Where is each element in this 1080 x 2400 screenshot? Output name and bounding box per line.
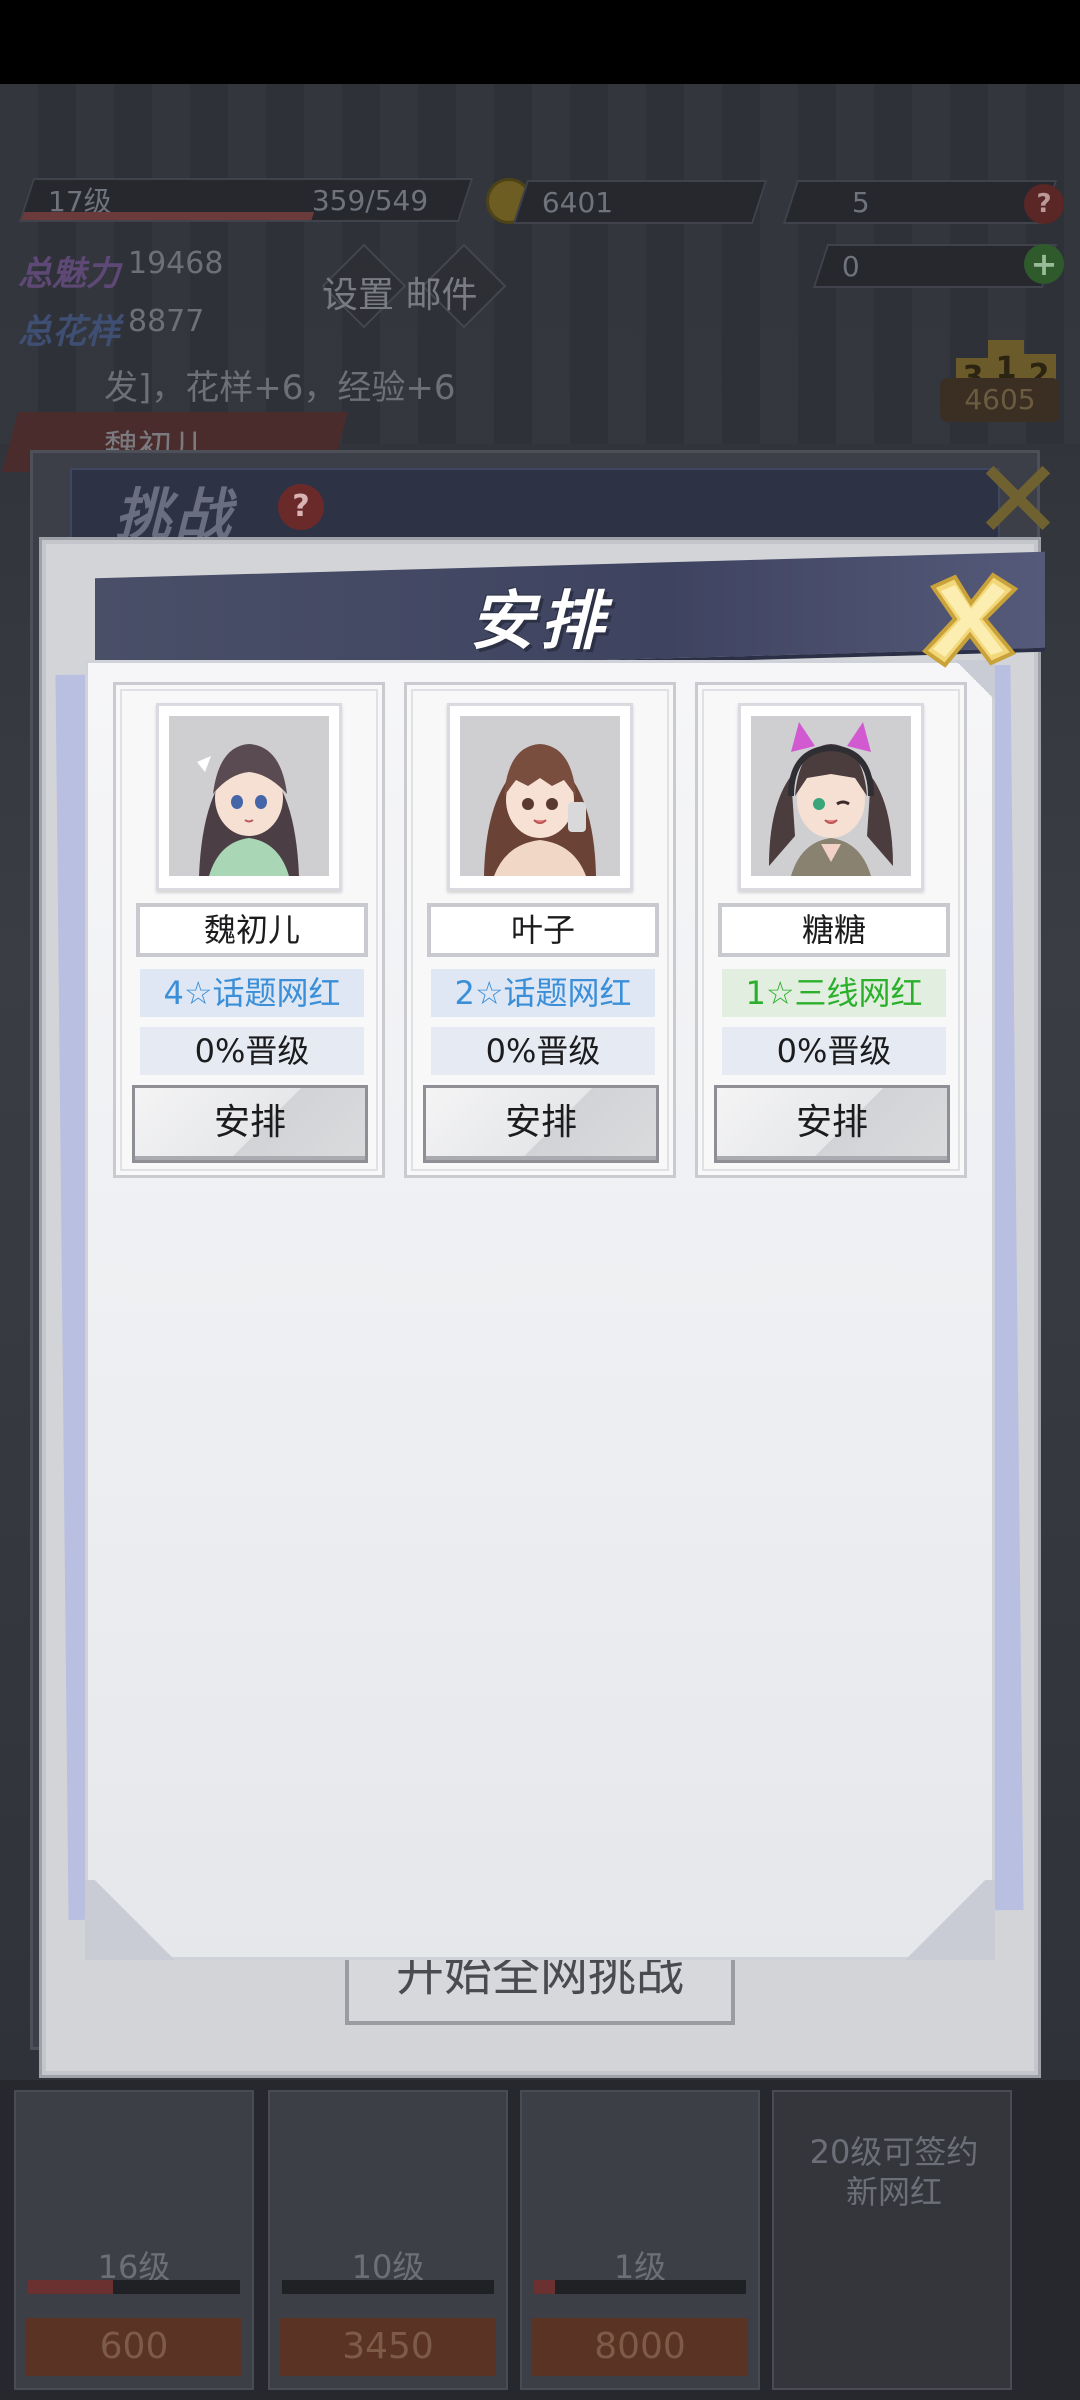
arrange-button[interactable]: 安排 [714,1085,950,1163]
add-rose-icon: ? [1024,184,1064,224]
promotion-progress: 0%晋级 [431,1027,655,1075]
level-bar: 17级 359/549 [18,178,474,222]
rose-count: 5 [852,185,870,219]
arrange-button[interactable]: 安排 [423,1085,659,1163]
paper-corner [895,1880,995,1960]
help-icon: ? [278,484,324,530]
character-rank: 2☆话题网红 [431,969,655,1017]
girl-portrait-icon [460,716,620,876]
promotion-progress: 0%晋级 [140,1027,364,1075]
character-name: 叶子 [427,903,659,957]
character-portrait [447,703,633,891]
character-portrait [738,703,924,891]
locked-card: 20级可签约新网红 [772,2090,1012,2390]
bottom-card-price: 3450 [280,2318,496,2376]
character-name: 魏初儿 [136,903,368,957]
challenge-title: 挑战 [115,483,235,548]
promotion-progress: 0%晋级 [722,1027,946,1075]
challenge-close-icon: ✕ [971,436,1065,564]
total-charm-value: 19468 [128,246,224,281]
girl-portrait-icon [169,716,329,876]
gold-text: 6401 [542,185,614,219]
total-talent-label: 总花样 [18,312,120,352]
exp-text: 359/549 [311,183,428,217]
status-bar-area [0,0,1080,84]
event-text: 发]，花样+6，经验+6 [104,368,456,408]
character-portrait [156,703,342,891]
character-rank: 4☆话题网红 [140,969,364,1017]
bottom-card: 10级 3450 [268,2090,508,2390]
bottom-card-price: 8000 [532,2318,748,2376]
arrange-button[interactable]: 安排 [132,1085,368,1163]
diamond-bar: 0 [812,244,1058,288]
total-talent-value: 8877 [128,304,205,339]
character-rank: 1☆三线网红 [722,969,946,1017]
bottom-card: 16级 600 [14,2090,254,2390]
locked-card-note: 20级可签约新网红 [809,2133,979,2211]
character-card: 魏初儿 4☆话题网红 0%晋级 安排 [113,682,385,1178]
menu-label: 设置 邮件 [322,275,478,316]
bottom-card: 1级 8000 [520,2090,760,2390]
rose-bar: 5 [782,180,1058,224]
bottom-card-price: 600 [26,2318,242,2376]
ranking-score: 4605 [940,378,1060,422]
paper-corner [85,1880,185,1960]
gold-bar: 6401 [512,180,768,224]
character-card: 叶子 2☆话题网红 0%晋级 安排 [404,682,676,1178]
total-charm-label: 总魅力 [18,254,120,294]
character-name: 糖糖 [718,903,950,957]
character-card: 糖糖 1☆三线网红 0%晋级 安排 [695,682,967,1178]
game-screen: 17级 359/549 6401 5 ? 0 + 总魅力 19468 总花样 8… [0,0,1080,2400]
girl-portrait-icon [751,716,911,876]
diamond-count: 0 [842,249,860,283]
close-icon[interactable] [915,565,1025,675]
add-diamond-icon: + [1024,244,1064,284]
